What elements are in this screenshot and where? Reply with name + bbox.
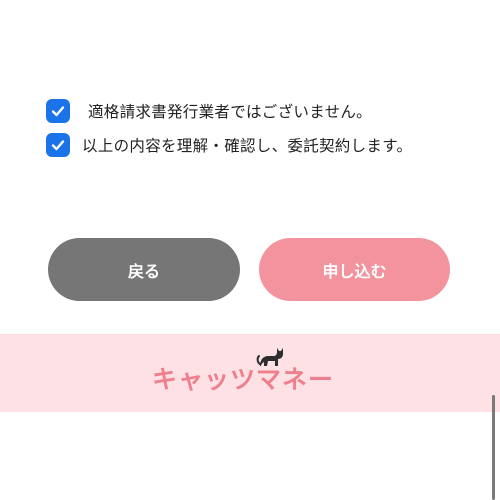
- invoice-issuer-label: 適格請求書発行業者ではございません。: [88, 103, 372, 121]
- apply-button[interactable]: 申し込む: [259, 238, 450, 301]
- page: 適格請求書発行業者ではございません。 以上の内容を理解・確認し、委託契約します。…: [0, 0, 500, 500]
- logo-text: キャッツマネー: [152, 365, 335, 394]
- agreement-checkbox-row[interactable]: 以上の内容を理解・確認し、委託契約します。: [46, 132, 412, 158]
- checkmark-icon: [51, 106, 65, 117]
- agreement-label: 以上の内容を理解・確認し、委託契約します。: [82, 137, 413, 155]
- agreement-checkbox[interactable]: [46, 133, 70, 157]
- back-button[interactable]: 戻る: [48, 238, 240, 301]
- invoice-issuer-checkbox[interactable]: [46, 99, 70, 123]
- cats-money-logo[interactable]: キャッツマネー: [152, 348, 348, 396]
- invoice-issuer-checkbox-row[interactable]: 適格請求書発行業者ではございません。: [46, 98, 372, 124]
- scrollbar[interactable]: [492, 395, 495, 500]
- checkmark-icon: [51, 140, 65, 151]
